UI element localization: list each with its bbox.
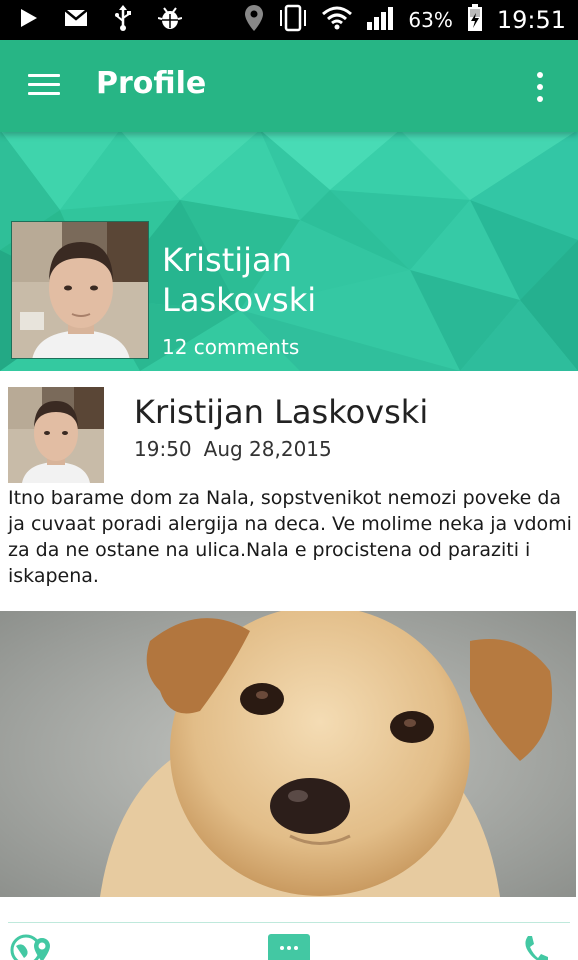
divider (8, 922, 570, 923)
battery-percent: 63% (408, 8, 453, 32)
android-debug-icon (157, 6, 183, 34)
profile-header: Kristijan Laskovski 12 comments (0, 130, 578, 371)
gmail-icon (64, 8, 88, 32)
profile-name: Kristijan Laskovski (162, 240, 462, 320)
post-text: Itno barame dom za Nala, sopstvenikot ne… (8, 487, 572, 587)
app-bar: Profile (0, 40, 578, 132)
phone-icon[interactable] (520, 934, 550, 960)
screen: 63% 19:51 Profile Kristijan Laskovski 12… (0, 0, 578, 960)
post-author: Kristijan Laskovski (134, 393, 429, 431)
menu-icon[interactable] (28, 74, 60, 98)
usb-icon (114, 5, 132, 35)
vibrate-icon (278, 4, 308, 36)
post-actions (0, 926, 578, 960)
page-title: Profile (96, 66, 207, 101)
post-time: 19:50 (134, 437, 192, 461)
more-options-icon[interactable] (532, 70, 548, 104)
post-date: Aug 28,2015 (203, 437, 332, 461)
post-avatar[interactable] (8, 387, 104, 483)
battery-icon (467, 4, 483, 36)
post-timestamp: 19:50 Aug 28,2015 (134, 437, 332, 461)
signal-icon (366, 6, 394, 34)
avatar[interactable] (11, 221, 149, 359)
comments-count[interactable]: 12 comments (162, 335, 299, 359)
map-location-icon[interactable] (10, 934, 52, 960)
post-card: Kristijan Laskovski 19:50 Aug 28,2015 It… (0, 371, 578, 960)
comment-icon[interactable] (268, 934, 310, 960)
profile-last-name: Laskovski (162, 281, 317, 319)
status-bar: 63% 19:51 (0, 0, 578, 40)
post-image[interactable] (0, 611, 576, 897)
play-icon (20, 8, 38, 32)
profile-first-name: Kristijan (162, 241, 292, 279)
wifi-icon (322, 6, 353, 34)
location-icon (244, 4, 264, 36)
clock-time: 19:51 (496, 6, 566, 34)
